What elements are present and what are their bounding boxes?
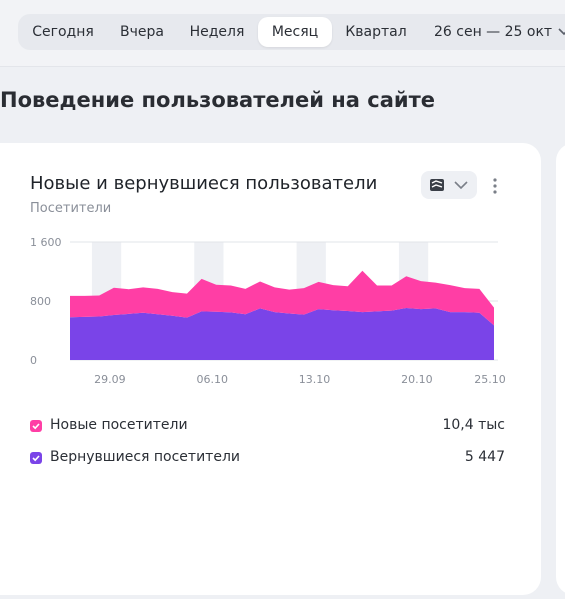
next-card-edge xyxy=(556,143,565,595)
legend-item-new: Новые посетители 10,4 тыс xyxy=(30,417,505,437)
period-month[interactable]: Месяц xyxy=(258,17,332,47)
card-subtitle: Посетители xyxy=(30,201,112,216)
chart-type-button[interactable] xyxy=(421,171,477,199)
legend-value-new: 10,4 тыс xyxy=(442,417,505,433)
x-tick-label: 13.10 xyxy=(299,373,331,386)
period-toolbar: Сегодня Вчера Неделя Месяц Квартал 26 се… xyxy=(0,0,565,67)
legend-value-returning: 5 447 xyxy=(464,449,505,465)
stacked-area-icon xyxy=(430,179,468,191)
series-area-0 xyxy=(70,308,494,360)
chevron-down-icon xyxy=(558,17,565,47)
period-yesterday[interactable]: Вчера xyxy=(108,17,176,47)
x-tick-label: 06.10 xyxy=(196,373,228,386)
legend-checkbox-returning[interactable] xyxy=(30,452,42,464)
check-icon xyxy=(32,455,40,462)
more-vertical-icon[interactable] xyxy=(486,173,504,199)
legend-label-new: Новые посетители xyxy=(50,417,188,433)
date-range-picker[interactable]: 26 сен — 25 окт xyxy=(434,17,565,47)
check-icon xyxy=(32,423,40,430)
stacked-area-chart: 0 800 1 600 29.09 06.10 13.10 20.10 25.10 xyxy=(30,236,506,386)
legend-item-returning: Вернувшиеся посетители 5 447 xyxy=(30,449,505,469)
y-tick-label: 1 600 xyxy=(30,236,62,249)
x-tick-label: 25.10 xyxy=(474,373,506,386)
period-today[interactable]: Сегодня xyxy=(18,17,108,47)
period-switch: Сегодня Вчера Неделя Месяц Квартал 26 се… xyxy=(18,14,565,50)
x-tick-label: 20.10 xyxy=(401,373,433,386)
date-range-label: 26 сен — 25 окт xyxy=(434,24,553,40)
y-tick-label: 800 xyxy=(30,295,51,308)
section-title: Поведение пользователей на сайте xyxy=(0,88,436,112)
legend-label-returning: Вернувшиеся посетители xyxy=(50,449,240,465)
period-week[interactable]: Неделя xyxy=(176,17,258,47)
period-quarter[interactable]: Квартал xyxy=(334,17,418,47)
users-chart-card: Новые и вернувшиеся пользователи Посетит… xyxy=(0,143,541,595)
x-tick-label: 29.09 xyxy=(94,373,126,386)
legend-checkbox-new[interactable] xyxy=(30,420,42,432)
card-title: Новые и вернувшиеся пользователи xyxy=(30,173,378,194)
y-tick-label: 0 xyxy=(30,354,37,367)
